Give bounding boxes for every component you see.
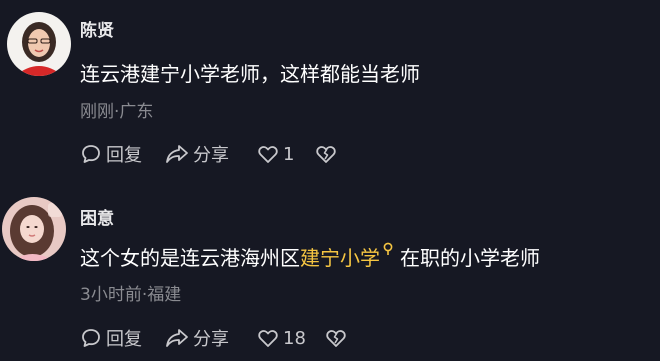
comment-text-part: 连云港建宁小学老师，这样都能当老师 (80, 62, 420, 86)
dislike-icon (326, 330, 346, 347)
share-button[interactable]: 分享 (165, 325, 257, 351)
reply-icon (82, 145, 100, 163)
reply-label: 回复 (106, 329, 142, 350)
dislike-button[interactable] (315, 143, 337, 165)
heart-icon (258, 330, 278, 347)
comment-item: 陈贤 连云港建宁小学老师，这样都能当老师 刚刚·广东 回复 分享 1 (0, 0, 660, 180)
reply-label: 回复 (106, 145, 142, 166)
share-icon (166, 329, 188, 347)
heart-icon (258, 146, 278, 163)
comment-meta: 刚刚·广东 (80, 102, 154, 122)
reply-button[interactable]: 回复 (80, 141, 165, 167)
share-label: 分享 (193, 329, 229, 350)
comment-text-part: 在职的小学老师 (400, 246, 540, 270)
reply-icon (82, 329, 100, 347)
like-button[interactable]: 1 (257, 143, 315, 165)
share-icon (166, 145, 188, 163)
like-count: 18 (283, 327, 306, 349)
comment-text-part: 这个女的是连云港海州区 (80, 246, 300, 270)
dislike-icon (316, 146, 336, 163)
dislike-button[interactable] (325, 327, 347, 349)
like-button[interactable]: 18 (257, 327, 325, 349)
avatar[interactable] (2, 197, 66, 261)
search-keyword-link[interactable]: 建宁小学 (300, 246, 380, 270)
comment-actions: 回复 分享 18 (80, 325, 347, 351)
username[interactable]: 陈贤 (80, 16, 114, 41)
reply-button[interactable]: 回复 (80, 325, 165, 351)
avatar[interactable] (7, 12, 71, 76)
comment-item: 困意 这个女的是连云港海州区建宁小学 在职的小学老师 3小时前·福建 回复 分享 … (0, 180, 660, 361)
search-icon[interactable] (382, 242, 396, 256)
comment-text: 连云港建宁小学老师，这样都能当老师 (80, 58, 420, 87)
comment-meta: 3小时前·福建 (80, 285, 182, 305)
share-button[interactable]: 分享 (165, 141, 257, 167)
username[interactable]: 困意 (80, 204, 114, 229)
like-count: 1 (283, 143, 295, 165)
comment-text: 这个女的是连云港海州区建宁小学 在职的小学老师 (80, 242, 540, 271)
share-label: 分享 (193, 145, 229, 166)
comment-actions: 回复 分享 1 (80, 141, 337, 167)
